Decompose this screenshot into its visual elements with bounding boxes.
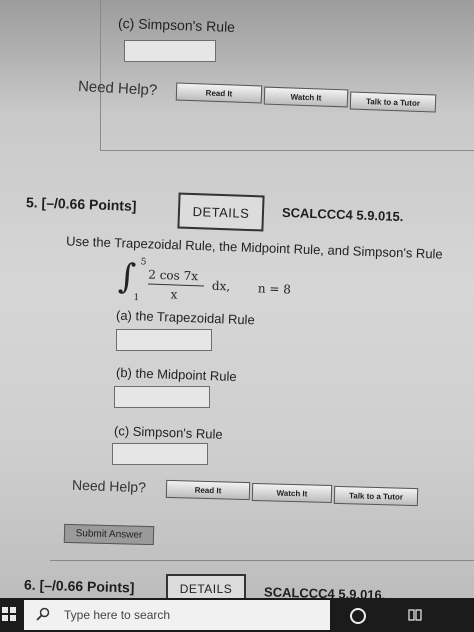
integral-sign: ∫ [117,256,137,298]
windows-taskbar: Type here to search [0,598,474,632]
talk-to-tutor-button[interactable]: Talk to a Tutor [333,485,419,507]
integrand-denominator: x [170,287,178,302]
task-view-icon[interactable] [408,608,422,622]
windows-start-icon[interactable] [2,607,16,621]
integrand-numerator: 2 cos 7x [148,267,199,284]
watch-it-button[interactable]: Watch It [251,482,333,504]
part-c-answer-input[interactable] [112,443,208,465]
integral-lower-limit: 1 [133,293,140,304]
part-a-label: (a) the Trapezoidal Rule [115,307,255,328]
search-icon [36,607,50,621]
problem5-code: SCALCCC4 5.9.015. [281,204,404,225]
fraction-bar [147,283,204,287]
problem5-number-points: 5. [–/0.66 Points] [25,194,137,214]
part-b-label: (b) the Midpoint Rule [115,364,237,385]
prev-watch-it-button[interactable]: Watch It [263,86,349,108]
need-help-label: Need Help? [71,476,147,496]
integral-dx: dx, [211,278,231,294]
worksheet-page: (c) Simpson's Rule Need Help? Read It Wa… [0,0,474,632]
submit-answer-button[interactable]: Submit Answer [63,523,155,546]
search-placeholder: Type here to search [64,608,171,622]
subintervals-n: n = 8 [257,281,292,297]
taskbar-search-box[interactable]: Type here to search [24,600,330,630]
part-b-answer-input[interactable] [114,386,210,408]
problem-separator [50,560,474,561]
problem5-integral: ∫ 5 1 2 cos 7x x dx, n = 8 [117,256,318,310]
problem5-details-button[interactable]: DETAILS [177,192,265,232]
problem6-number-points: 6. [–/0.66 Points] [23,576,135,596]
integral-upper-limit: 5 [140,257,147,268]
part-a-answer-input[interactable] [116,329,212,351]
prev-talk-to-tutor-button[interactable]: Talk to a Tutor [349,91,437,113]
prev-read-it-button[interactable]: Read It [175,82,263,104]
prev-need-help-label: Need Help? [77,77,158,100]
read-it-button[interactable]: Read It [165,479,251,501]
prev-part-c-answer-input[interactable] [124,40,216,62]
cortana-icon[interactable] [350,608,366,624]
part-c-label: (c) Simpson's Rule [113,423,223,442]
